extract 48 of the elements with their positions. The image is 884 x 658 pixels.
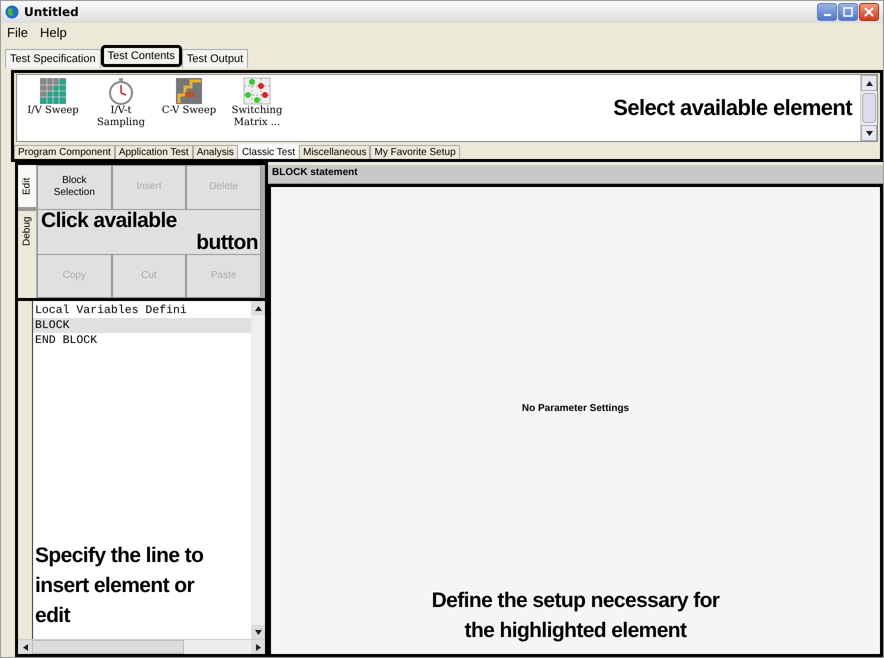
category-tab[interactable]: Analysis xyxy=(192,145,238,159)
menu-item[interactable]: Help xyxy=(40,25,67,40)
program-line[interactable]: END BLOCK xyxy=(33,333,251,348)
right-arrow-icon[interactable] xyxy=(256,644,260,650)
globe-icon xyxy=(5,5,19,19)
program-line[interactable]: Local Variables Defini xyxy=(33,303,251,318)
up-arrow-icon[interactable] xyxy=(254,306,262,310)
category-tab[interactable]: Miscellaneous xyxy=(299,145,370,159)
window-title: Untitled xyxy=(24,5,80,19)
tab[interactable]: Test Specification xyxy=(5,49,101,68)
staircase-chart-icon[interactable] xyxy=(39,77,67,105)
annotation-text: Define the setup necessary for the highlighted element xyxy=(430,588,721,644)
side-tab[interactable]: Edit xyxy=(18,165,36,209)
annotation-text: button xyxy=(196,232,259,254)
minimize-icon xyxy=(824,14,830,16)
action-button[interactable]: Block Selection xyxy=(37,165,112,210)
tab[interactable]: Test Contents xyxy=(100,45,182,67)
grid-dots-icon[interactable] xyxy=(243,77,271,105)
element-label[interactable]: I/V-t Sampling xyxy=(89,105,153,129)
maximize-icon xyxy=(843,7,853,17)
minimize-button[interactable] xyxy=(817,3,837,21)
scrollbar[interactable] xyxy=(251,301,265,639)
status-message: No Parameter Settings xyxy=(522,403,630,414)
category-tab[interactable]: Program Component xyxy=(14,145,115,159)
menu-item[interactable]: File xyxy=(7,25,28,40)
down-arrow-icon[interactable] xyxy=(254,630,262,634)
left-arrow-icon[interactable] xyxy=(22,644,28,650)
tab[interactable]: Test Output xyxy=(182,49,248,68)
scrollbar[interactable] xyxy=(18,639,265,654)
element-label[interactable]: C-V Sweep xyxy=(162,105,216,117)
annotation-text: Select available element xyxy=(613,95,852,121)
side-tab[interactable]: Debug xyxy=(18,209,36,251)
close-icon xyxy=(864,7,874,17)
down-arrow-icon[interactable] xyxy=(866,130,872,136)
up-arrow-icon[interactable] xyxy=(866,80,872,86)
section-header: BLOCK statement xyxy=(268,165,883,184)
category-tab[interactable]: Application Test xyxy=(114,145,193,159)
annotation-text: Specify the line to insert element or edit xyxy=(34,543,204,629)
maximize-button[interactable] xyxy=(838,3,858,21)
step-chart-icon[interactable] xyxy=(175,77,203,105)
scrollbar[interactable] xyxy=(860,75,877,141)
element-label[interactable]: I/V Sweep xyxy=(27,105,79,117)
annotation-text: Click available xyxy=(40,210,177,232)
category-tab[interactable]: Classic Test xyxy=(238,143,300,159)
close-button[interactable] xyxy=(859,3,879,21)
element-label[interactable]: Switching Matrix ... xyxy=(225,105,289,129)
stopwatch-icon[interactable] xyxy=(107,77,135,105)
category-tab[interactable]: My Favorite Setup xyxy=(370,145,460,159)
